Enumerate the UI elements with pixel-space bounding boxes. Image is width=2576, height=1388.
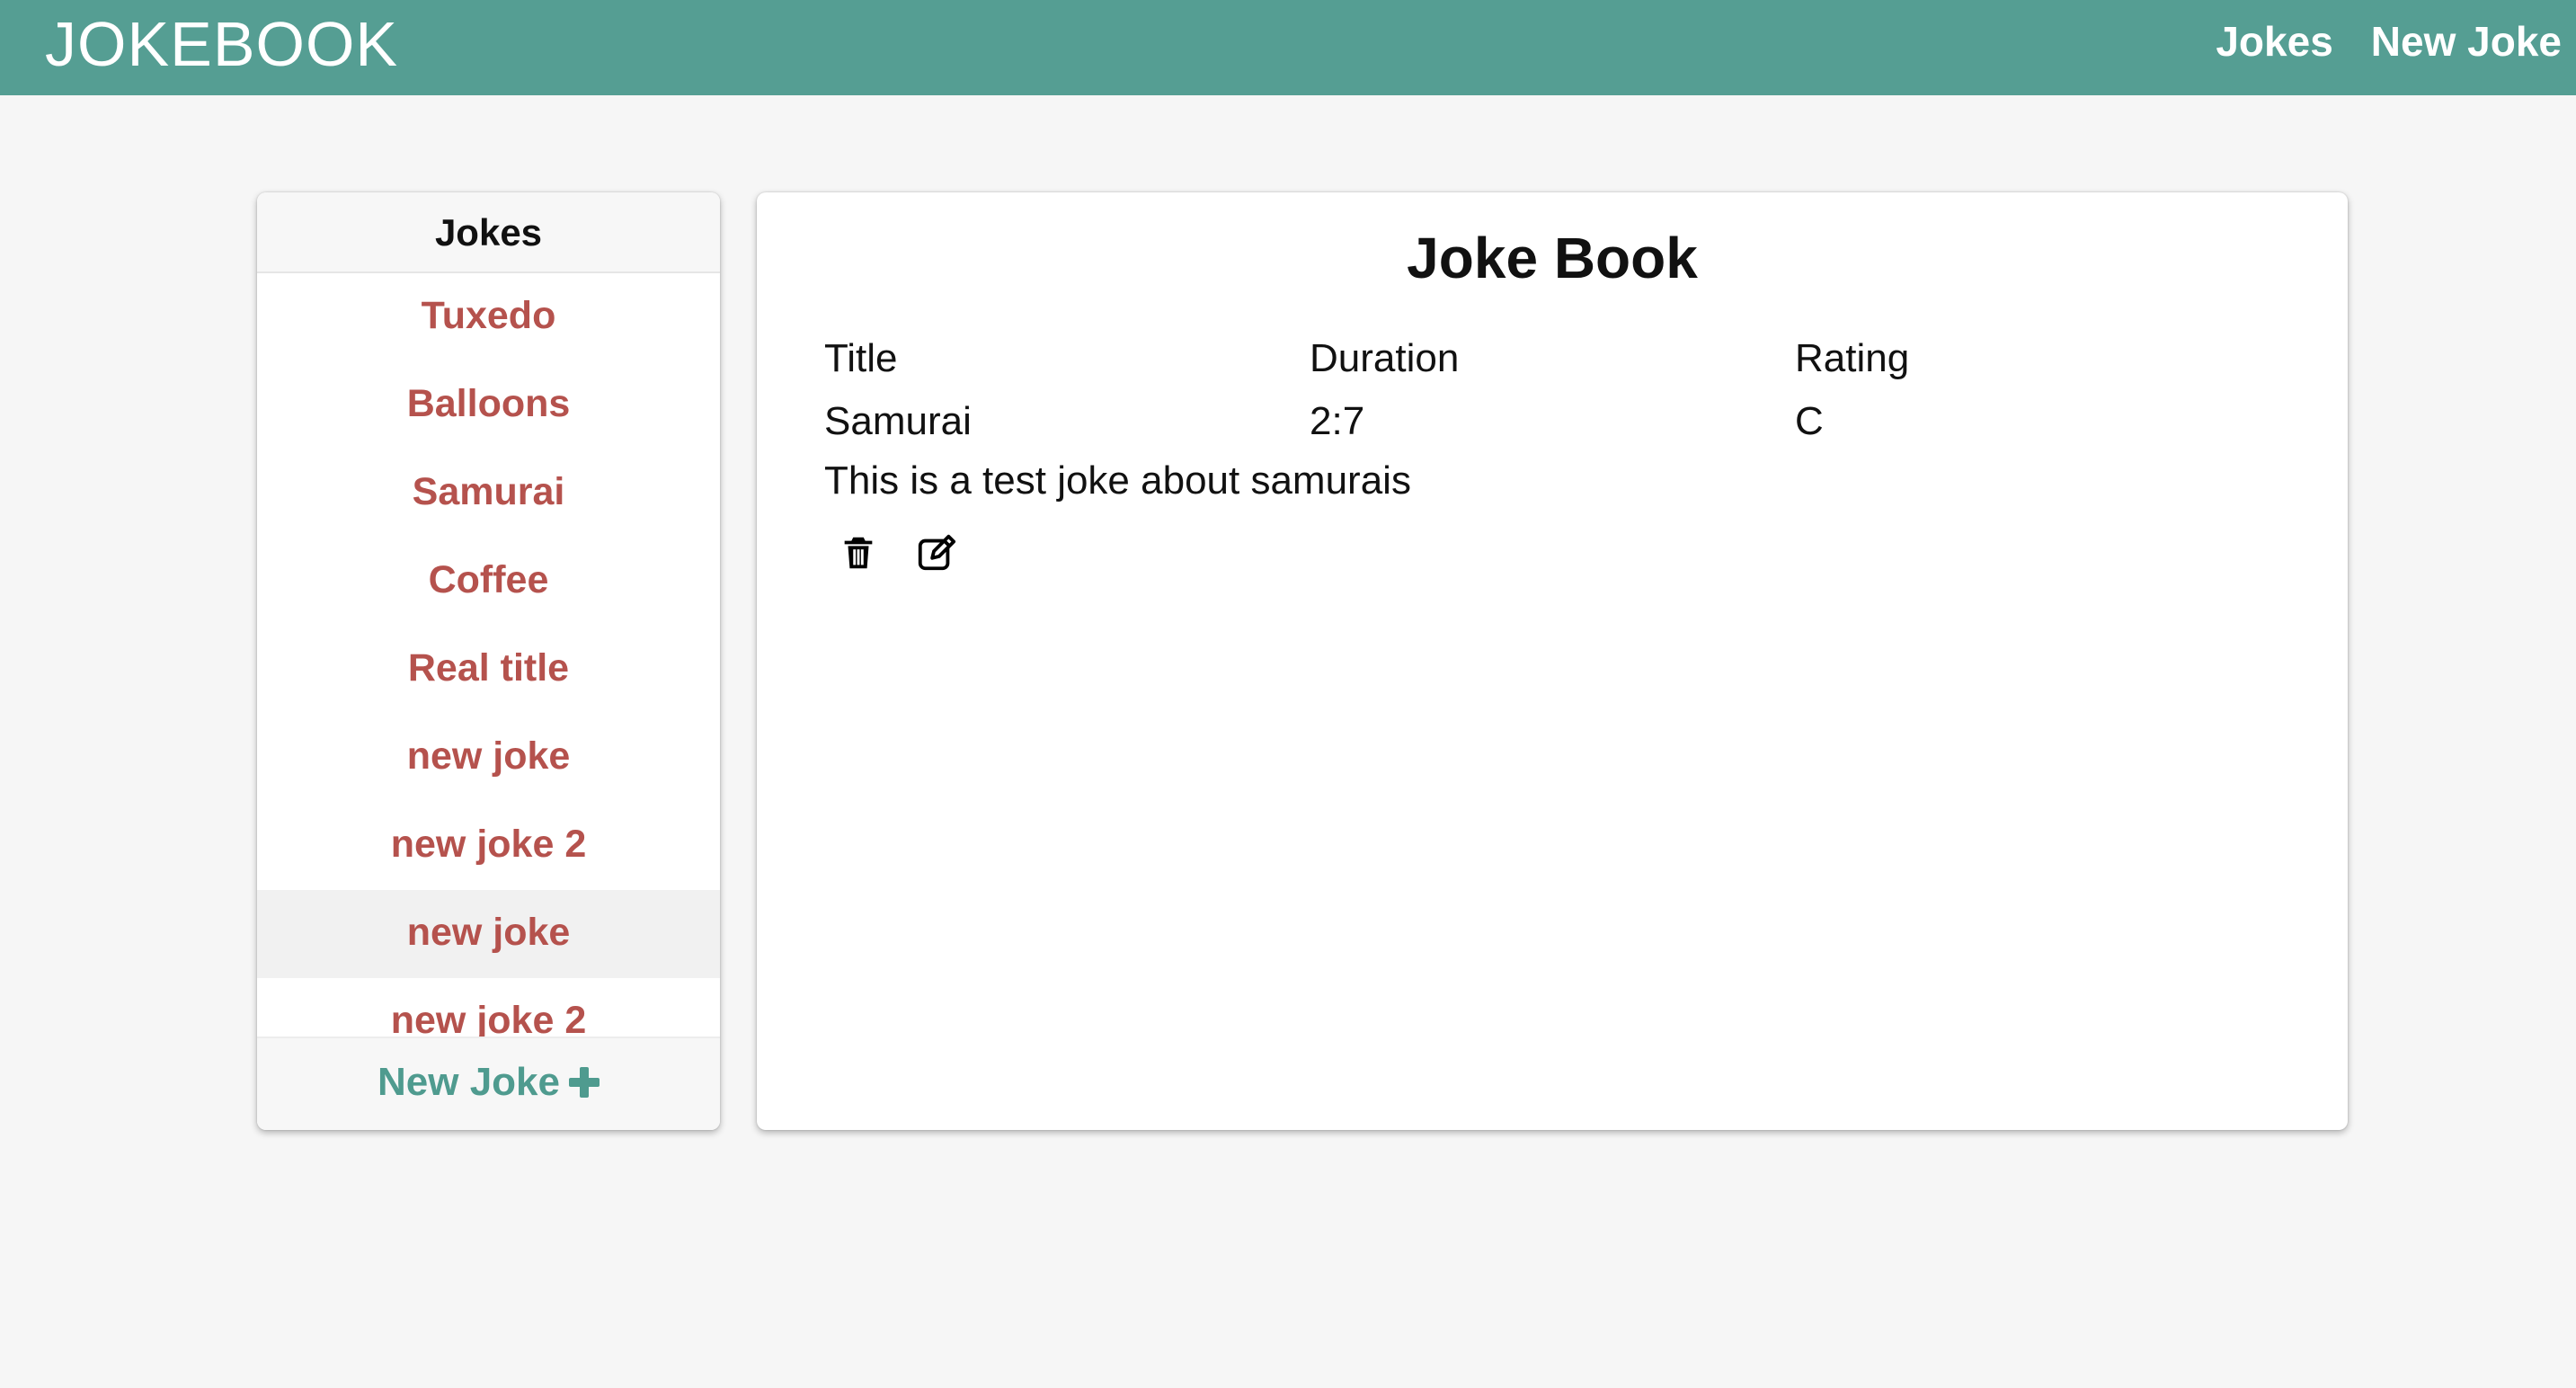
joke-list-item[interactable]: new joke 2 bbox=[257, 802, 720, 890]
joke-list-item[interactable]: Tuxedo bbox=[257, 273, 720, 361]
joke-list-item[interactable]: Balloons bbox=[257, 361, 720, 449]
joke-title-value: Samurai bbox=[824, 399, 972, 443]
joke-actions bbox=[838, 532, 956, 574]
joke-rating-value: C bbox=[1795, 399, 1824, 443]
top-navbar: JOKEBOOK Jokes New Joke bbox=[0, 0, 2576, 95]
joke-list-item[interactable]: Samurai bbox=[257, 449, 720, 538]
joke-duration-value: 2:7 bbox=[1310, 399, 1365, 443]
sidebar-title: Jokes bbox=[257, 192, 720, 273]
nav-link-new-joke[interactable]: New Joke bbox=[2371, 13, 2562, 70]
details-value-row: Samurai 2:7 C bbox=[824, 390, 2280, 453]
new-joke-button[interactable]: New Joke bbox=[257, 1037, 720, 1130]
joke-detail-panel: Joke Book Title Duration Rating Samurai … bbox=[757, 192, 2348, 1130]
joke-description: This is a test joke about samurais bbox=[824, 458, 1411, 503]
jokes-list[interactable]: Tuxedo Balloons Samurai Coffee Real titl… bbox=[257, 273, 720, 1052]
page-title: Joke Book bbox=[1407, 226, 1698, 290]
joke-details-table: Title Duration Rating Samurai 2:7 C bbox=[824, 327, 2280, 453]
duration-column-header: Duration bbox=[1310, 336, 1460, 380]
jokes-sidebar: Jokes Tuxedo Balloons Samurai Coffee Rea… bbox=[257, 192, 720, 1130]
joke-list-item[interactable]: Coffee bbox=[257, 538, 720, 626]
plus-icon bbox=[568, 1067, 600, 1098]
new-joke-button-label: New Joke bbox=[378, 1060, 560, 1104]
brand-title[interactable]: JOKEBOOK bbox=[45, 4, 398, 85]
edit-icon[interactable] bbox=[915, 532, 956, 574]
joke-list-item[interactable]: new joke bbox=[257, 714, 720, 802]
joke-list-item-selected[interactable]: new joke bbox=[257, 890, 720, 978]
title-column-header: Title bbox=[824, 336, 898, 380]
nav-links: Jokes New Joke bbox=[2216, 13, 2562, 70]
details-header-row: Title Duration Rating bbox=[824, 327, 2280, 390]
trash-icon[interactable] bbox=[838, 532, 879, 574]
nav-link-jokes[interactable]: Jokes bbox=[2216, 13, 2332, 70]
rating-column-header: Rating bbox=[1795, 336, 1910, 380]
joke-list-item[interactable]: Real title bbox=[257, 626, 720, 714]
